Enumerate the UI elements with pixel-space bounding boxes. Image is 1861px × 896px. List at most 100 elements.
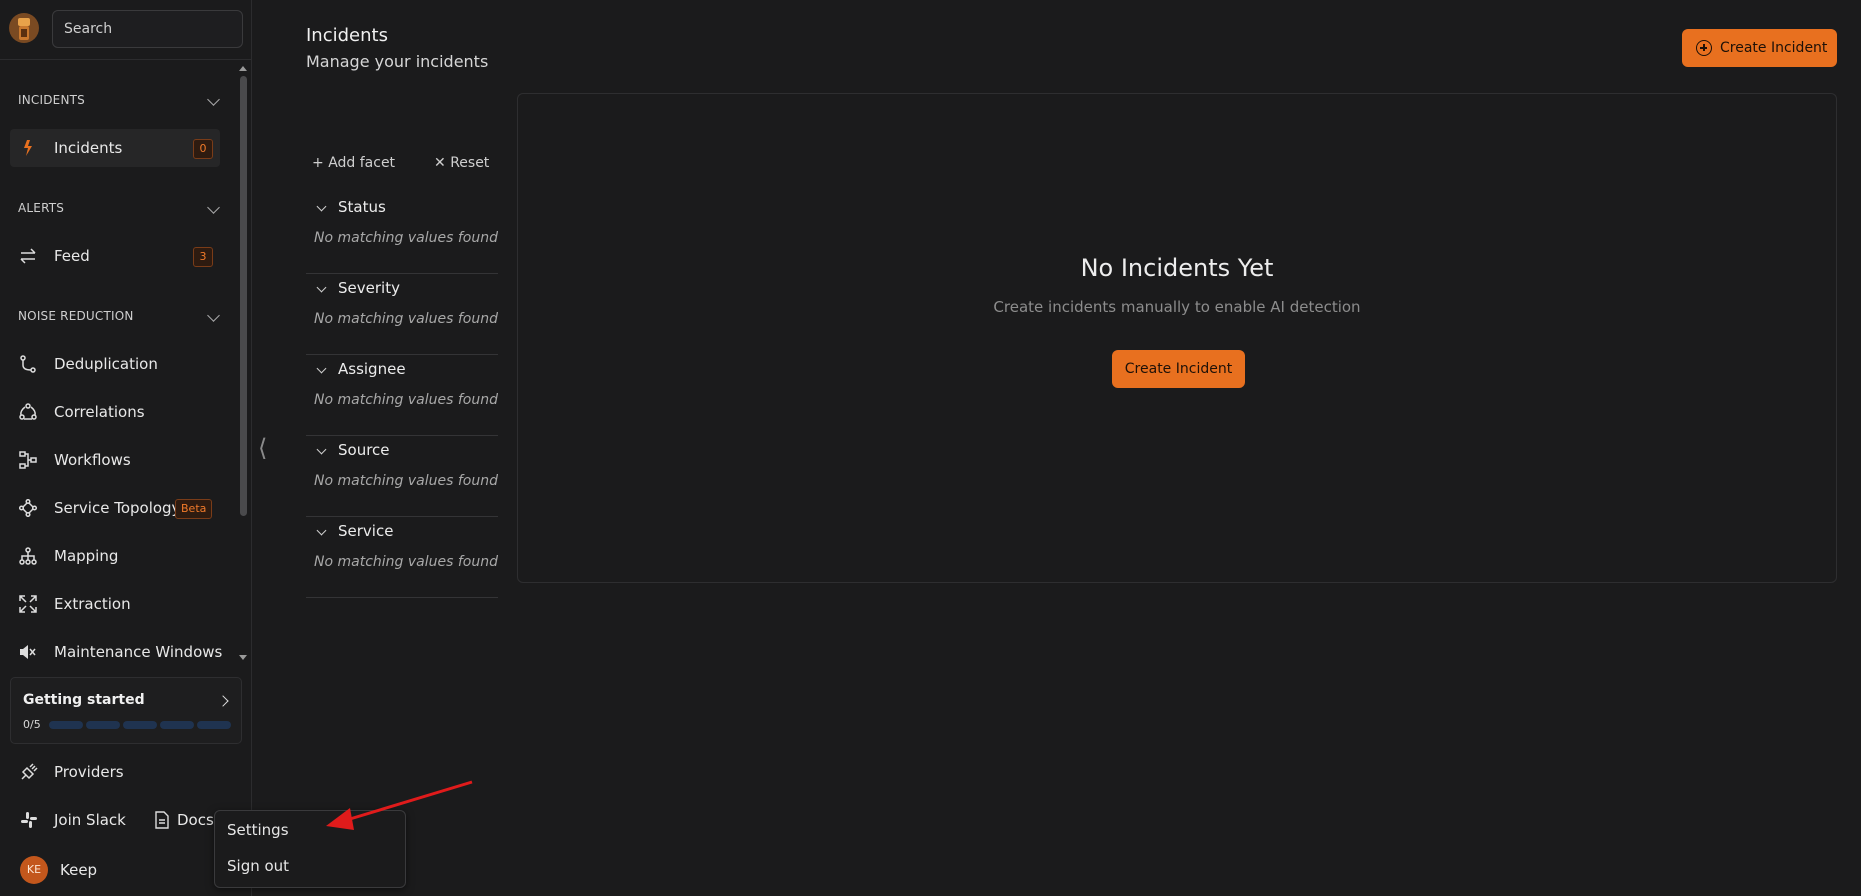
merge-icon (20, 355, 36, 373)
page-title: Incidents (306, 25, 388, 46)
facet-empty-text: No matching values found (314, 230, 498, 246)
incidents-count-badge: 0 (193, 139, 213, 159)
sidebar-item-label: Deduplication (54, 355, 158, 373)
facet-severity[interactable]: Severity No matching values found (306, 274, 498, 355)
plug-icon (21, 763, 38, 780)
chevron-down-icon (316, 282, 327, 293)
topology-icon (19, 499, 37, 517)
chevron-down-icon (316, 363, 327, 374)
create-incident-button[interactable]: Create Incident (1682, 29, 1837, 67)
getting-started-progress-text: 0/5 (23, 718, 41, 731)
expand-icon (19, 595, 37, 613)
facet-name: Source (338, 441, 390, 459)
empty-create-incident-button[interactable]: Create Incident (1112, 350, 1245, 388)
feed-count-badge: 3 (193, 247, 213, 267)
chevron-down-icon (316, 525, 327, 536)
document-icon (155, 811, 169, 829)
facet-status[interactable]: Status No matching values found (306, 193, 498, 274)
user-name: Keep (60, 861, 98, 879)
scrollbar-thumb[interactable] (240, 76, 247, 516)
chevron-down-icon (207, 309, 220, 322)
facet-service[interactable]: Service No matching values found (306, 517, 498, 598)
progress-segment (160, 721, 194, 729)
search-input[interactable] (52, 10, 243, 48)
sidebar-item-label: Incidents (54, 139, 123, 157)
section-label: NOISE REDUCTION (18, 309, 134, 323)
workflow-icon (19, 451, 37, 469)
sidebar-header (0, 0, 252, 60)
reset-facets-button[interactable]: ✕ Reset (434, 155, 489, 171)
menu-item-sign-out[interactable]: Sign out (227, 857, 289, 875)
chevron-right-icon (217, 695, 229, 707)
menu-item-settings[interactable]: Settings (227, 821, 289, 839)
chevron-down-icon (316, 444, 327, 455)
hierarchy-icon (19, 547, 37, 565)
facet-source[interactable]: Source No matching values found (306, 436, 498, 517)
section-incidents-header[interactable]: INCIDENTS (18, 93, 220, 113)
sidebar-item-label: Mapping (54, 547, 119, 565)
create-incident-label: Create Incident (1720, 40, 1828, 56)
collapse-facets-icon[interactable]: ⟨ (258, 436, 272, 460)
sidebar-item-mapping[interactable]: Mapping (10, 537, 220, 575)
lightning-icon (24, 140, 32, 156)
sidebar-item-deduplication[interactable]: Deduplication (10, 345, 220, 383)
section-label: INCIDENTS (18, 93, 85, 107)
facet-empty-text: No matching values found (314, 392, 498, 408)
speaker-mute-icon (20, 645, 36, 659)
chevron-down-icon (207, 93, 220, 106)
cycle-nodes-icon (19, 403, 37, 420)
progress-segment (86, 721, 120, 729)
app-root: INCIDENTS Incidents 0 ALERTS Feed 3 NOIS… (0, 0, 1861, 896)
empty-state-title: No Incidents Yet (1080, 254, 1274, 282)
reset-label: Reset (450, 155, 490, 171)
sidebar-item-label: Service Topology (54, 499, 181, 517)
facet-name: Assignee (338, 360, 406, 378)
empty-state-subtitle: Create incidents manually to enable AI d… (993, 298, 1361, 316)
keep-logo-icon[interactable] (8, 10, 40, 46)
sidebar: INCIDENTS Incidents 0 ALERTS Feed 3 NOIS… (0, 0, 252, 896)
facet-name: Status (338, 198, 386, 216)
sidebar-item-label: Extraction (54, 595, 131, 613)
getting-started-title: Getting started (23, 692, 145, 708)
add-facet-label: Add facet (328, 155, 396, 171)
section-noise-reduction-header[interactable]: NOISE REDUCTION (18, 309, 220, 329)
facet-name: Severity (338, 279, 400, 297)
sidebar-scrollbar[interactable] (238, 62, 249, 666)
docs-label: Docs (177, 811, 214, 829)
slack-icon (21, 812, 37, 828)
facet-assignee[interactable]: Assignee No matching values found (306, 355, 498, 436)
join-slack-label: Join Slack (54, 811, 126, 829)
sidebar-item-label: Feed (54, 247, 90, 265)
section-label: ALERTS (18, 201, 65, 215)
section-alerts-header[interactable]: ALERTS (18, 201, 220, 221)
sidebar-item-service-topology[interactable]: Service Topology Beta (10, 489, 220, 527)
facet-empty-text: No matching values found (314, 473, 498, 489)
chevron-down-icon (316, 201, 327, 212)
sidebar-item-label: Workflows (54, 451, 131, 469)
beta-badge: Beta (175, 499, 213, 519)
user-menu-popup: Settings Sign out (214, 810, 406, 888)
facet-empty-text: No matching values found (314, 554, 498, 570)
sidebar-nav: INCIDENTS Incidents 0 ALERTS Feed 3 NOIS… (0, 60, 236, 666)
add-facet-button[interactable]: + Add facet (312, 155, 395, 171)
sidebar-item-incidents[interactable]: Incidents 0 (10, 129, 220, 167)
scroll-up-icon[interactable] (239, 66, 247, 71)
progress-segment (49, 721, 83, 729)
progress-segment (123, 721, 157, 729)
page-subtitle: Manage your incidents (306, 52, 489, 71)
getting-started-card[interactable]: Getting started 0/5 (10, 677, 242, 744)
plus-circle-icon (1696, 40, 1712, 56)
facet-toolbar: + Add facet ✕ Reset (306, 155, 498, 175)
providers-label: Providers (54, 763, 124, 781)
facet-empty-text: No matching values found (314, 311, 498, 327)
scroll-down-icon[interactable] (239, 655, 247, 660)
swap-arrows-icon (20, 248, 36, 264)
sidebar-item-correlations[interactable]: Correlations (10, 393, 220, 431)
incidents-empty-panel: No Incidents Yet Create incidents manual… (517, 93, 1837, 583)
chevron-down-icon (207, 201, 220, 214)
sidebar-item-maintenance-windows[interactable]: Maintenance Windows (10, 633, 222, 666)
avatar[interactable]: KE (20, 856, 48, 884)
sidebar-item-extraction[interactable]: Extraction (10, 585, 220, 623)
sidebar-item-feed[interactable]: Feed 3 (10, 237, 220, 275)
sidebar-item-workflows[interactable]: Workflows (10, 441, 220, 479)
